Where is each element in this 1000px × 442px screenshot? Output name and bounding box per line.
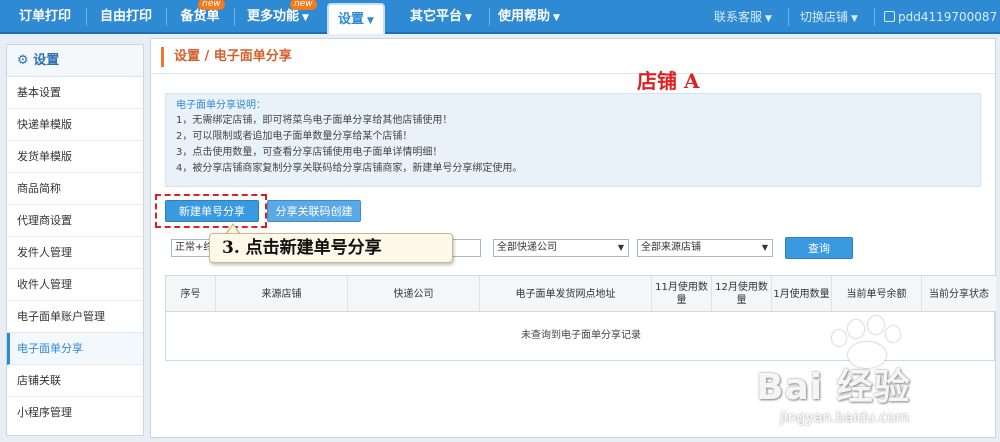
gear-icon: ⚙ — [17, 53, 29, 68]
baidu-logo: Bai 经验 — [756, 367, 911, 408]
nav-other-platforms[interactable]: 其它平台 ▼ — [396, 0, 486, 34]
nav-divider — [788, 8, 789, 26]
nav-free-print[interactable]: 自由打印 — [88, 0, 164, 34]
chevron-down-icon: ▼ — [617, 243, 624, 252]
sidebar-item-express-template[interactable]: 快递单模版 — [7, 109, 143, 141]
express-company-select[interactable]: 全部快递公司 ▼ — [493, 239, 629, 257]
query-button[interactable]: 查询 — [785, 237, 853, 259]
sidebar-item-shipping-template[interactable]: 发货单模版 — [7, 141, 143, 173]
breadcrumb: 设置 / 电子面单分享 — [161, 47, 292, 67]
nav-settings[interactable]: 设置 ▼ — [327, 3, 385, 34]
create-link-code-button[interactable]: 分享关联码创建 — [267, 200, 361, 222]
nav-divider — [874, 8, 875, 26]
sidebar-item-basic-settings[interactable]: 基本设置 — [7, 77, 143, 109]
source-store-select[interactable]: 全部来源店铺 ▼ — [637, 239, 773, 257]
new-badge: new — [290, 0, 317, 10]
switch-store[interactable]: 切换店铺 ▼ — [800, 0, 858, 34]
nav-divider — [166, 8, 167, 26]
paw-icon — [848, 320, 864, 338]
chevron-down-icon: ▼ — [765, 14, 772, 24]
chevron-down-icon: ▼ — [761, 243, 768, 252]
instruction-callout: 3. 点击新建单号分享 — [209, 233, 453, 263]
sidebar-item-waybill-share[interactable]: 电子面单分享 — [7, 333, 143, 365]
baidu-watermark: Bai 经验 jingyan.baidu.com — [756, 316, 994, 438]
column-header: 1月使用数量 — [772, 276, 832, 312]
divider — [151, 73, 995, 74]
column-header: 当前单号余额 — [832, 276, 922, 312]
sidebar-item-product-alias[interactable]: 商品简称 — [7, 173, 143, 205]
paw-icon — [886, 326, 900, 342]
nav-help[interactable]: 使用帮助 ▼ — [492, 0, 566, 34]
chevron-down-icon: ▼ — [302, 13, 309, 23]
nav-divider — [234, 8, 235, 26]
top-nav: 订单打印 自由打印 备货单 new 更多功能 ▼ new 设置 ▼ 其它平台 ▼ 使用… — [0, 0, 1000, 34]
sidebar-header: ⚙ 设置 — [7, 45, 143, 77]
notice-line: 2，可以限制或者追加电子面单数量分享给某个店铺！ — [176, 131, 413, 142]
sidebar-item-miniprogram[interactable]: 小程序管理 — [7, 397, 143, 429]
sidebar-item-agent-settings[interactable]: 代理商设置 — [7, 205, 143, 237]
new-badge: new — [198, 0, 225, 10]
table-header: 序号 来源店铺 快递公司 电子面单发货网点地址 11月使用数量 12月使用数量 … — [166, 276, 996, 312]
sidebar-item-waybill-account[interactable]: 电子面单账户管理 — [7, 301, 143, 333]
chevron-down-icon: ▼ — [465, 13, 472, 23]
nav-more-features[interactable]: 更多功能 ▼ new — [236, 0, 320, 34]
user-account[interactable]: pdd4119700087 — [884, 0, 997, 34]
new-share-button[interactable]: 新建单号分享 — [165, 200, 259, 222]
nav-divider — [489, 8, 490, 26]
nav-order-print[interactable]: 订单打印 — [6, 0, 84, 34]
column-header: 序号 — [166, 276, 216, 312]
notice-box: 电子面单分享说明： 1，无需绑定店铺，即可将菜鸟电子面单分享给其他店铺使用！ 2… — [165, 93, 981, 187]
chevron-down-icon: ▼ — [851, 14, 858, 24]
store-annotation: 店铺 A — [637, 69, 700, 93]
column-header: 电子面单发货网点地址 — [480, 276, 652, 312]
paw-icon — [868, 316, 884, 334]
sidebar-item-store-link[interactable]: 店铺关联 — [7, 365, 143, 397]
nav-divider — [86, 8, 87, 26]
column-header: 12月使用数量 — [712, 276, 772, 312]
contact-service[interactable]: 联系客服 ▼ — [714, 0, 772, 34]
notice-line: 4，被分享店铺商家复制分享关联码给分享店铺商家，新建单号分享绑定使用。 — [176, 163, 523, 174]
notice-line: 1，无需绑定店铺，即可将菜鸟电子面单分享给其他店铺使用！ — [176, 115, 453, 126]
sidebar-item-sender-manage[interactable]: 发件人管理 — [7, 237, 143, 269]
column-header: 当前分享状态 — [929, 288, 989, 300]
column-header: 快递公司 — [348, 276, 480, 312]
chevron-down-icon: ▼ — [367, 16, 374, 26]
sidebar-item-receiver-manage[interactable]: 收件人管理 — [7, 269, 143, 301]
column-header: 来源店铺 — [216, 276, 348, 312]
user-icon — [884, 11, 895, 22]
watermark-url: jingyan.baidu.com — [780, 410, 910, 426]
sidebar: ⚙ 设置 基本设置 快递单模版 发货单模版 商品简称 代理商设置 发件人管理 收… — [6, 44, 144, 436]
notice-line: 3，点击使用数量，可查看分享店铺使用电子面单详情明细！ — [176, 147, 443, 158]
chevron-down-icon: ▼ — [553, 13, 560, 23]
nav-stock-list[interactable]: 备货单 new — [168, 0, 232, 34]
column-header: 11月使用数量 — [652, 276, 712, 312]
notice-title: 电子面单分享说明： — [176, 100, 266, 111]
paw-icon — [832, 330, 846, 346]
